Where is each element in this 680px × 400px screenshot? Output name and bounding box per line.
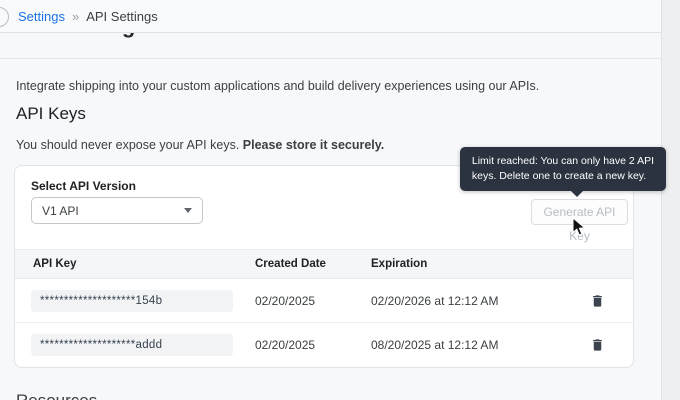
api-keys-table-header: API Key Created Date Expiration — [15, 249, 633, 279]
select-api-version-label: Select API Version — [31, 179, 136, 193]
api-version-select[interactable]: V1 API — [31, 197, 203, 224]
api-key-masked-value: ********************154b — [31, 290, 233, 312]
trash-icon — [590, 293, 605, 309]
back-circle-icon[interactable] — [0, 7, 9, 27]
security-note-text: You should never expose your API keys. — [16, 138, 243, 152]
security-note-bold: Please store it securely. — [243, 138, 385, 152]
chevron-down-icon — [184, 208, 192, 213]
api-keys-heading: API Keys — [16, 104, 86, 124]
column-header-expiration: Expiration — [371, 258, 427, 270]
table-row: ********************154b 02/20/2025 02/2… — [15, 279, 633, 323]
security-note: You should never expose your API keys. P… — [16, 138, 384, 152]
title-divider — [0, 58, 661, 59]
tooltip-line-2: keys. Delete one to create a new key. — [472, 169, 654, 184]
trash-icon — [590, 337, 605, 353]
scrollbar-track[interactable] — [661, 0, 680, 400]
created-date-value: 02/20/2025 — [255, 338, 315, 352]
api-version-selected-value: V1 API — [42, 204, 79, 218]
table-row: ********************addd 02/20/2025 08/2… — [15, 323, 633, 367]
delete-key-button[interactable] — [583, 331, 611, 359]
resources-heading: Resources — [16, 391, 97, 400]
delete-key-button[interactable] — [583, 287, 611, 315]
column-header-api-key: API Key — [33, 258, 76, 270]
expiration-value: 08/20/2025 at 12:12 AM — [371, 338, 498, 352]
column-header-created-date: Created Date — [255, 258, 326, 270]
cursor-pointer-icon — [571, 217, 587, 237]
limit-reached-tooltip: Limit reached: You can only have 2 API k… — [460, 147, 666, 191]
breadcrumb-separator: » — [72, 9, 79, 24]
expiration-value: 02/20/2026 at 12:12 AM — [371, 294, 498, 308]
api-keys-card: Select API Version V1 API Generate API K… — [14, 165, 634, 368]
breadcrumb-current: API Settings — [86, 9, 158, 24]
tooltip-arrow — [569, 189, 585, 197]
breadcrumb: Settings » API Settings — [0, 0, 661, 33]
tooltip-line-1: Limit reached: You can only have 2 API — [472, 154, 654, 169]
intro-text: Integrate shipping into your custom appl… — [16, 79, 636, 93]
created-date-value: 02/20/2025 — [255, 294, 315, 308]
api-key-masked-value: ********************addd — [31, 334, 233, 356]
breadcrumb-settings-link[interactable]: Settings — [18, 9, 65, 24]
